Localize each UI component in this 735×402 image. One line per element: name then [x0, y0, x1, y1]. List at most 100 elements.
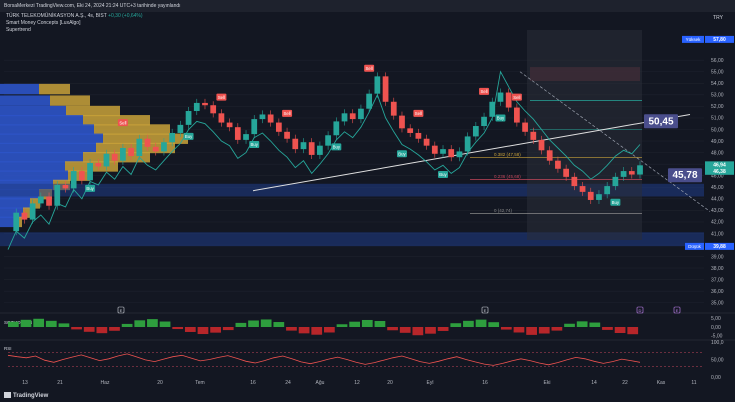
- candle-body: [325, 135, 331, 146]
- candle-body: [70, 171, 77, 189]
- sqzmom-bar: [134, 320, 146, 327]
- candle-body: [243, 134, 249, 140]
- volume-profile-bar: [0, 115, 83, 126]
- premium-discount-range: [527, 30, 642, 240]
- fib-level-label: 0 (42,74): [494, 208, 513, 213]
- price-badge-value: 46,38: [713, 169, 726, 175]
- price-badge-label-text: Düşük: [688, 244, 702, 249]
- volume-profile-bar: [94, 124, 170, 135]
- brand-label: TradingView: [13, 393, 49, 399]
- candle-body: [136, 138, 143, 157]
- candle-body: [218, 113, 225, 123]
- sqzmom-bar: [235, 322, 247, 327]
- candle-body: [407, 128, 414, 133]
- candle-body: [374, 76, 381, 94]
- sqzmom-bar: [437, 327, 449, 331]
- sqzmom-bar: [172, 327, 184, 330]
- candle-body: [300, 142, 307, 150]
- sqzmom-bar: [20, 319, 32, 327]
- candle-body: [13, 212, 20, 232]
- candle-body: [612, 176, 619, 187]
- candle-body: [226, 122, 233, 128]
- sqzmom-bar: [248, 320, 259, 327]
- y-tick-label: 45,00: [711, 185, 724, 191]
- y-tick-label: 43,00: [711, 208, 724, 214]
- sqzmom-bar: [273, 322, 285, 327]
- y-tick-label: 41,00: [711, 231, 724, 237]
- sqzmom-bar: [614, 327, 626, 333]
- sqzmom-bar: [96, 327, 108, 334]
- sqzmom-bar: [8, 321, 19, 327]
- candle-body: [587, 191, 594, 200]
- price-chart[interactable]: TRY 56,00 55,00 54,00 53,00 52,00 51,00 50,00 49…: [0, 12, 735, 391]
- sqzmom-bar: [324, 327, 335, 333]
- x-tick-label: 21: [57, 380, 63, 386]
- publish-line: BorsaMerkezi TradingView.com, Eki 24, 20…: [0, 0, 735, 12]
- candle-body: [317, 145, 323, 155]
- x-tick-label: 14: [591, 380, 597, 386]
- x-tick-label: 12: [354, 380, 360, 386]
- volume-profile-bar: [0, 105, 66, 117]
- x-tick-label: 24: [285, 380, 291, 386]
- x-tick-label: 16: [250, 380, 256, 386]
- candle-body: [505, 92, 512, 108]
- sqzmom-bar: [109, 327, 120, 331]
- candle-body: [423, 138, 430, 146]
- buy-signal-label: Buy: [86, 186, 94, 191]
- x-tick-label: 20: [387, 380, 393, 386]
- volume-profile-bar: [66, 105, 120, 117]
- event-marker-label: D: [639, 308, 642, 313]
- candle-body: [144, 138, 151, 147]
- sqzmom-tick: 0,00: [711, 325, 721, 331]
- candle-body: [87, 162, 93, 181]
- event-marker-label: E: [484, 308, 487, 313]
- candle-body: [193, 102, 200, 112]
- sqzmom-bar: [71, 327, 82, 330]
- sqzmom-bar: [387, 327, 398, 331]
- sqzmom-tick: 5,00: [711, 316, 721, 322]
- fib-level-label: 0.236 (45,68): [494, 174, 521, 179]
- sqzmom-bar: [45, 320, 57, 327]
- volume-profile-bar: [0, 142, 96, 154]
- sqzmom-bar: [349, 321, 361, 327]
- tradingview-logo-icon: [4, 392, 11, 399]
- candle-body: [579, 186, 586, 192]
- candle-body: [604, 186, 611, 195]
- sqzmom-bar: [83, 327, 95, 332]
- y-tick-label: 37,00: [711, 277, 724, 283]
- candle-body: [366, 93, 373, 109]
- sqzmom-bar: [222, 327, 234, 331]
- x-tick-label: 16: [482, 380, 488, 386]
- y-tick-label: 38,00: [711, 266, 724, 272]
- volume-profile-bar: [0, 161, 65, 172]
- candle-body: [358, 108, 364, 120]
- sqzmom-bar: [500, 327, 512, 330]
- x-tick-label: 11: [691, 380, 696, 386]
- sqzmom-bar: [399, 327, 411, 333]
- candle-body: [382, 76, 389, 102]
- candle-body: [514, 107, 520, 123]
- event-marker-label: E: [676, 308, 679, 313]
- y-tick-label: 36,00: [711, 289, 724, 295]
- sqzmom-bar: [361, 319, 373, 327]
- x-tick-label: Ağu: [316, 380, 325, 386]
- candle-body: [78, 171, 85, 181]
- candle-body: [456, 151, 463, 158]
- candle-body: [555, 160, 561, 169]
- sell-signal-label: Sell: [415, 111, 422, 116]
- rsi-tick: 100,0: [711, 340, 724, 346]
- x-tick-label: Kas: [657, 380, 666, 386]
- candle-body: [571, 176, 578, 187]
- sell-signal-label: Sell: [480, 89, 487, 94]
- sqzmom-bar: [576, 321, 588, 327]
- sqzmom-bar: [197, 327, 209, 335]
- price-badge-value: 46,94: [713, 163, 726, 169]
- candle-body: [161, 142, 167, 152]
- sqzmom-bar: [488, 322, 500, 327]
- sqzmom-bar: [513, 327, 525, 333]
- y-tick-label: 49,00: [711, 139, 724, 145]
- candle-body: [538, 139, 545, 151]
- volume-profile-bar: [50, 95, 90, 106]
- volume-profile-bar: [0, 152, 83, 163]
- candle-body: [620, 171, 627, 177]
